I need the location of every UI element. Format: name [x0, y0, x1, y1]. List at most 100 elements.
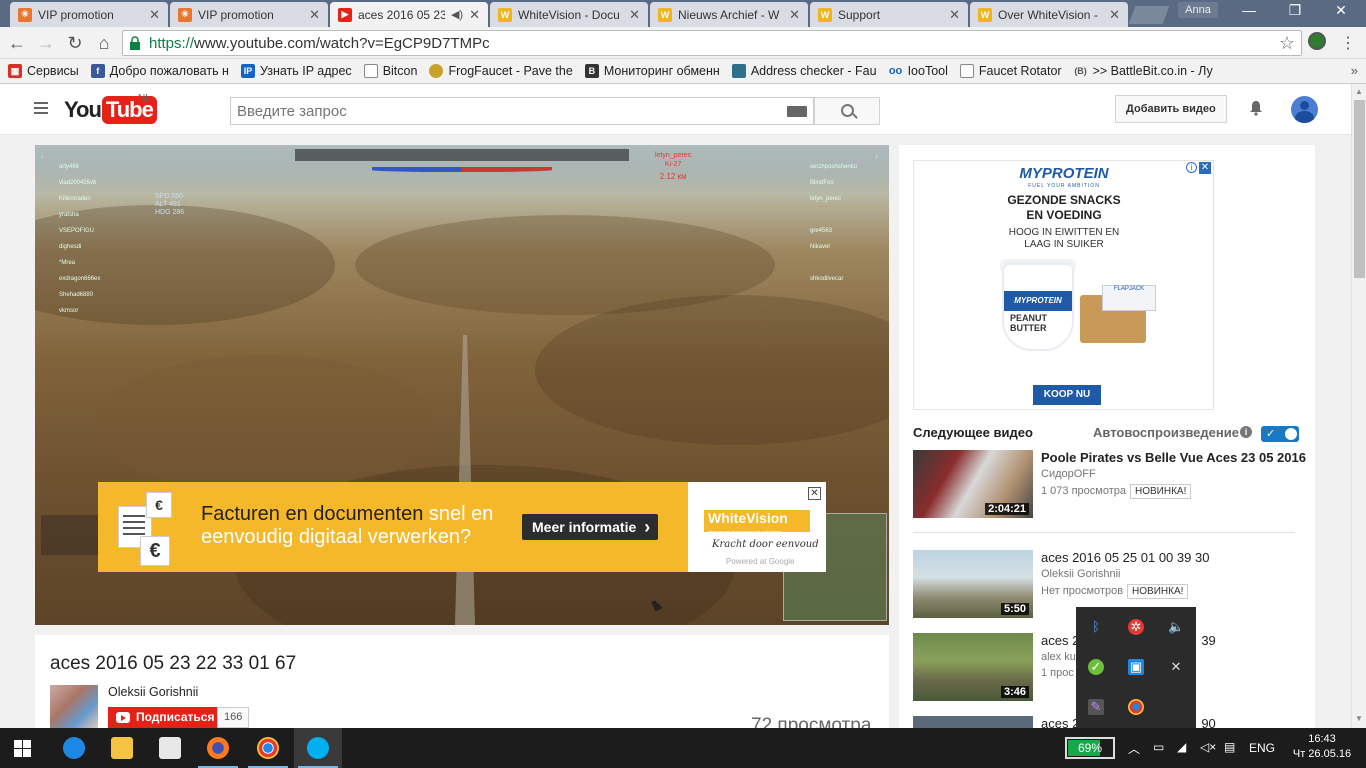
speaker-icon[interactable]: 🔈	[1168, 619, 1184, 635]
overlay-ad[interactable]: € € Facturen en documenten snel en eenvo…	[98, 482, 826, 572]
window-close-icon[interactable]: ✕	[1326, 2, 1356, 19]
forward-arrow-icon[interactable]: →	[36, 33, 56, 53]
home-icon[interactable]: ⌂	[94, 33, 114, 53]
close-tab-icon[interactable]: ✕	[469, 7, 480, 23]
close-tab-icon[interactable]: ✕	[149, 7, 160, 23]
tab-youtube-active[interactable]: ▶ aces 2016 05 23 ◀) ✕	[330, 2, 488, 27]
recommended-video[interactable]: 2:04:21 Poole Pirates vs Belle Vue Aces …	[913, 450, 1306, 520]
close-tab-icon[interactable]: ✕	[949, 7, 960, 23]
video-thumbnail[interactable]	[913, 716, 1033, 728]
bookmark-item[interactable]: B Мониторинг обменн	[584, 64, 720, 78]
page-scrollbar[interactable]: ▲ ▼	[1351, 84, 1366, 728]
bookmark-star-icon[interactable]: ☆	[1279, 33, 1295, 54]
chrome-menu-icon[interactable]: ⋮	[1340, 33, 1356, 53]
bookmark-item[interactable]: ▦ Сервисы	[8, 64, 79, 78]
tab-over-whitevision[interactable]: W Over WhiteVision - ✕	[970, 2, 1128, 27]
edge-taskbar-button[interactable]	[50, 728, 98, 768]
keyboard-icon[interactable]	[787, 106, 807, 117]
bookmarks-overflow-icon[interactable]: »	[1351, 63, 1358, 78]
battery-indicator[interactable]: 69%	[1065, 737, 1115, 759]
overlay-ad-body[interactable]: € € Facturen en documenten snel en eenvo…	[98, 482, 688, 572]
tab-support[interactable]: W Support ✕	[810, 2, 968, 27]
search-input[interactable]	[231, 98, 771, 124]
account-avatar[interactable]	[1291, 96, 1318, 123]
antivirus-icon[interactable]: ✲	[1128, 619, 1144, 635]
bookmark-item[interactable]: f Добро пожаловать н	[90, 64, 229, 78]
show-hidden-icons-icon[interactable]: ︿	[1128, 740, 1140, 757]
scrollbar-thumb[interactable]	[1354, 100, 1365, 278]
scroll-up-arrow-icon[interactable]: ▲	[1355, 87, 1363, 96]
tab-vip-promotion-2[interactable]: ✳ VIP promotion ✕	[170, 2, 328, 27]
autoplay-toggle[interactable]	[1261, 426, 1299, 442]
channel-avatar[interactable]	[50, 685, 98, 728]
chrome-taskbar-button[interactable]	[244, 728, 292, 768]
more-info-button[interactable]: Meer informatie	[522, 514, 659, 540]
close-tab-icon[interactable]: ✕	[629, 7, 640, 23]
system-clock[interactable]: 16:43 Чт 26.05.16	[1284, 732, 1360, 762]
rec-title[interactable]: aces 2016 05 25 01 00 39 30	[1041, 550, 1209, 565]
rec-views: Нет просмотров	[1041, 585, 1124, 597]
chrome-icon[interactable]	[1128, 699, 1144, 715]
pen-icon[interactable]: ✎	[1088, 699, 1104, 715]
bookmark-item[interactable]: Address checker - Fau	[731, 64, 877, 78]
explorer-taskbar-button[interactable]	[98, 728, 146, 768]
bookmark-item[interactable]: Bitcon	[363, 64, 417, 78]
bookmark-item[interactable]: (B) >> BattleBit.co.in - Лу	[1074, 64, 1212, 78]
audio-playing-icon[interactable]: ◀)	[451, 8, 463, 21]
close-ad-icon[interactable]: ✕	[1199, 162, 1211, 174]
video-thumbnail[interactable]: 3:46	[913, 633, 1033, 701]
info-icon[interactable]: i	[1240, 426, 1252, 438]
tab-vip-promotion-1[interactable]: ✳ VIP promotion ✕	[10, 2, 168, 27]
video-info-card: aces 2016 05 23 22 33 01 67 Oleksii Gori…	[35, 635, 889, 736]
audio-mute-icon[interactable]: ✕	[1168, 659, 1184, 675]
close-ad-icon[interactable]: ✕	[808, 487, 821, 500]
action-center-icon[interactable]: ▤	[1224, 740, 1235, 754]
extension-globe-icon[interactable]	[1308, 32, 1326, 50]
guide-menu-icon[interactable]	[34, 102, 48, 114]
store-taskbar-button[interactable]	[146, 728, 194, 768]
video-thumbnail[interactable]: 2:04:21	[913, 450, 1033, 518]
close-tab-icon[interactable]: ✕	[309, 7, 320, 23]
close-tab-icon[interactable]: ✕	[1109, 7, 1120, 23]
back-arrow-icon[interactable]: ←	[7, 33, 27, 53]
notifications-bell-icon[interactable]	[1249, 100, 1263, 116]
nvidia-icon[interactable]: ✓	[1088, 659, 1104, 675]
bookmark-item[interactable]: oo IooTool	[889, 64, 948, 78]
scroll-down-arrow-icon[interactable]: ▼	[1355, 714, 1363, 723]
reload-icon[interactable]: ↻	[65, 33, 85, 53]
tab-whitevision-docu[interactable]: W WhiteVision - Docu ✕	[490, 2, 648, 27]
rec-meta: 1 прос	[1041, 667, 1074, 679]
upload-video-button[interactable]: Добавить видео	[1115, 95, 1227, 123]
firefox-taskbar-button[interactable]	[194, 728, 242, 768]
replay-controls-bar[interactable]	[295, 149, 629, 161]
volume-mute-icon[interactable]: ◁×	[1200, 740, 1216, 754]
wv-favicon-icon: W	[498, 7, 512, 22]
info-circle-icon[interactable]: i	[1186, 162, 1197, 173]
channel-name[interactable]: Oleksii Gorishnii	[108, 685, 198, 699]
minimize-icon[interactable]: —	[1234, 2, 1264, 18]
adchoices-icon[interactable]: i ✕	[1184, 161, 1214, 175]
bookmark-item[interactable]: FrogFaucet - Pave the	[429, 64, 573, 78]
video-thumbnail[interactable]: 5:50	[913, 550, 1033, 618]
bookmark-item[interactable]: IP Узнать IP адрес	[240, 64, 352, 78]
wifi-icon[interactable]: ◢	[1177, 740, 1186, 754]
buy-now-button[interactable]: KOOP NU	[1033, 385, 1101, 405]
windows-start-icon[interactable]	[14, 740, 31, 757]
display-ad-banner[interactable]: MYPROTEIN FUEL YOUR AMBITION GEZONDE SNA…	[913, 160, 1214, 410]
restore-icon[interactable]: ❐	[1280, 2, 1310, 19]
search-button[interactable]	[814, 97, 880, 125]
subscribe-button[interactable]: Подписаться	[108, 707, 217, 728]
profile-badge[interactable]: Anna	[1178, 2, 1218, 18]
youtube-logo[interactable]: You Tube NL	[64, 93, 157, 124]
display-icon[interactable]: ▣	[1128, 659, 1144, 675]
input-language[interactable]: ENG	[1249, 741, 1275, 755]
bookmark-item[interactable]: Faucet Rotator	[959, 64, 1062, 78]
close-tab-icon[interactable]: ✕	[789, 7, 800, 23]
tab-nieuws-archief[interactable]: W Nieuws Archief - W ✕	[650, 2, 808, 27]
power-icon[interactable]: ▭	[1153, 740, 1164, 754]
rec-title[interactable]: Poole Pirates vs Belle Vue Aces 23 05 20…	[1041, 450, 1306, 465]
new-tab-button[interactable]	[1128, 6, 1170, 24]
skype-taskbar-button[interactable]	[294, 728, 342, 768]
address-bar[interactable]: https://www.youtube.com/watch?v=EgCP9D7T…	[122, 30, 1302, 56]
bluetooth-icon[interactable]: ᛒ	[1088, 619, 1104, 635]
